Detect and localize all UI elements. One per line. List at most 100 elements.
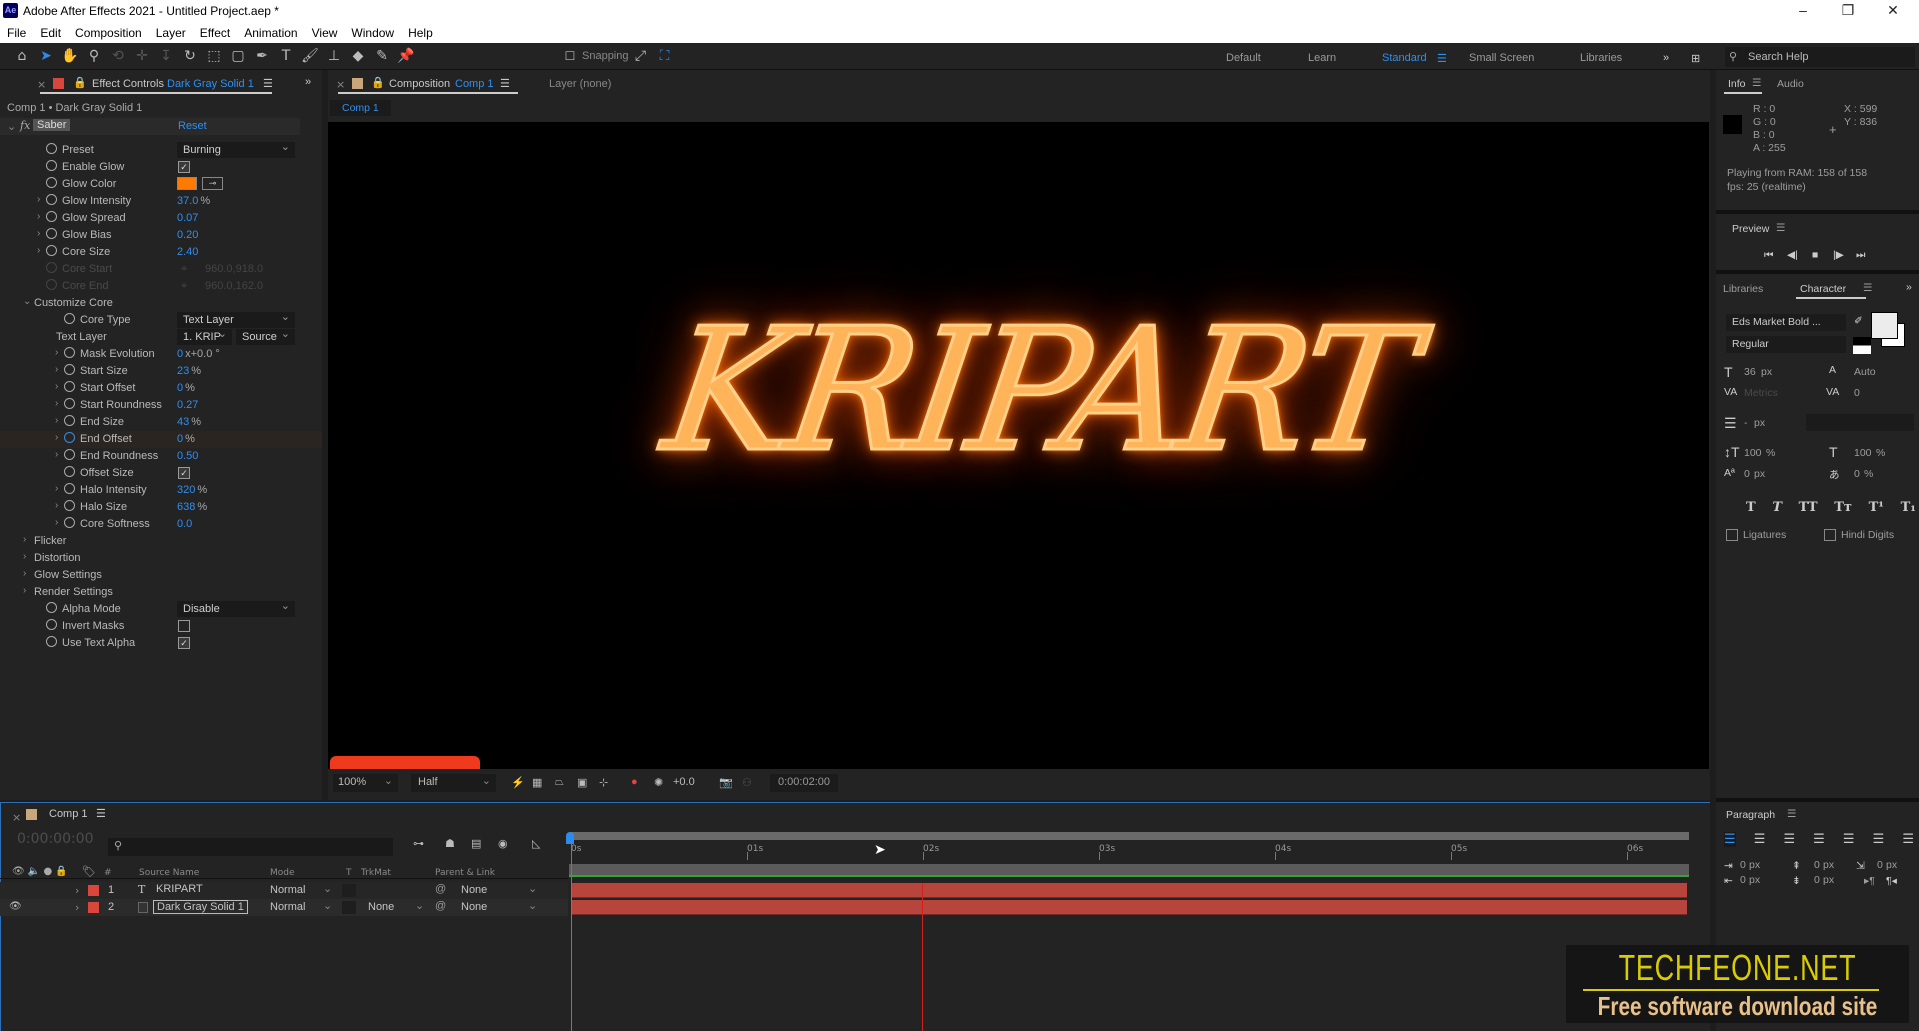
effect-property-row[interactable]: Enable Glow ✓ xyxy=(0,159,322,176)
workspace-menu-icon[interactable]: ☰ xyxy=(1437,52,1447,65)
twirl-closed-icon[interactable]: › xyxy=(37,245,40,256)
effect-property-row[interactable]: Core Start ⌖ 960.0,918.0 xyxy=(0,261,322,278)
workspace-small-screen[interactable]: Small Screen xyxy=(1469,52,1534,64)
value-number[interactable]: 0 xyxy=(177,433,183,445)
search-help-input[interactable]: ⚲ Search Help xyxy=(1725,47,1915,67)
effect-property-row[interactable]: › Mask Evolution 0 x+0.0 ° xyxy=(0,346,322,363)
glow-color-swatch[interactable] xyxy=(177,177,197,190)
type-tool-icon[interactable]: T xyxy=(274,45,298,67)
snap-options-icon[interactable]: ⤢ xyxy=(629,45,653,67)
close-tab-icon[interactable]: × xyxy=(336,78,345,91)
property-value[interactable]: 0.0 xyxy=(177,518,194,530)
lock-icon[interactable]: 🔒 xyxy=(73,76,87,89)
align-right-icon[interactable]: ☰ xyxy=(1783,832,1795,847)
timeline-tab[interactable]: Comp 1 xyxy=(49,808,88,820)
workspace-default[interactable]: Default xyxy=(1226,52,1261,64)
indent-right-value[interactable]: 0 xyxy=(1740,874,1746,886)
twirl-closed-icon[interactable]: › xyxy=(23,568,26,579)
twirl-closed-icon[interactable]: › xyxy=(37,194,40,205)
panel-menu-icon[interactable]: ☰ xyxy=(1776,222,1785,234)
stopwatch-icon[interactable] xyxy=(46,262,57,273)
value-number[interactable]: 2.40 xyxy=(177,246,198,258)
dolly-tool-icon[interactable]: ↧ xyxy=(154,45,178,67)
effect-property-row[interactable]: › Start Roundness 0.27 xyxy=(0,397,322,414)
next-frame-button[interactable]: |▶ xyxy=(1833,249,1844,261)
anchor-tool-icon[interactable]: ⬚ xyxy=(202,45,226,67)
vertical-scale-value[interactable]: 100 xyxy=(1744,447,1762,459)
value-number[interactable]: 0.50 xyxy=(177,450,198,462)
fill-color-swatch[interactable] xyxy=(1871,312,1898,339)
effect-property-row[interactable]: › Glow Settings xyxy=(0,567,322,584)
composition-name[interactable]: Comp 1 xyxy=(455,78,494,90)
align-left-icon[interactable]: ☰ xyxy=(1724,832,1736,847)
all-caps-icon[interactable]: TT xyxy=(1799,500,1818,515)
close-tab-icon[interactable]: × xyxy=(12,811,21,824)
rtl-direction-icon[interactable]: ¶◂ xyxy=(1886,875,1897,887)
value-number[interactable]: 0.07 xyxy=(177,212,198,224)
resolution-dropdown[interactable]: Half ⌄ xyxy=(411,774,496,792)
effect-property-row[interactable]: › Start Size 23% xyxy=(0,363,322,380)
motion-blur-icon[interactable]: ◉ xyxy=(498,837,508,850)
tracking-value[interactable]: 0 xyxy=(1854,387,1860,399)
twirl-closed-icon[interactable]: › xyxy=(55,517,58,528)
effect-property-row[interactable]: › End Roundness 0.50 xyxy=(0,448,322,465)
property-value[interactable]: 0.20 xyxy=(177,229,200,241)
twirl-closed-icon[interactable]: › xyxy=(37,211,40,222)
property-value[interactable]: 0.27 xyxy=(177,399,200,411)
value-number[interactable]: 0 xyxy=(177,382,183,394)
effect-name[interactable]: Saber xyxy=(33,119,71,131)
section-label[interactable]: Render Settings xyxy=(34,586,113,598)
brush-tool-icon[interactable]: 🖌 xyxy=(298,45,322,67)
stopwatch-icon[interactable] xyxy=(64,415,75,426)
twirl-closed-icon[interactable]: › xyxy=(23,551,26,562)
workspace-standard[interactable]: Standard xyxy=(1382,52,1427,64)
twirl-closed-icon[interactable]: › xyxy=(55,432,58,443)
reset-link[interactable]: Reset xyxy=(178,120,207,132)
effect-property-row[interactable]: Text Layer 1. KRIPSource xyxy=(0,326,322,346)
stroke-width-value[interactable]: - xyxy=(1744,417,1748,429)
value-number[interactable]: 0.20 xyxy=(177,229,198,241)
composition-viewer[interactable]: KRIPART xyxy=(328,122,1709,769)
stopwatch-icon[interactable] xyxy=(46,619,57,630)
snap-grid-icon[interactable]: ⛶ xyxy=(653,45,677,67)
property-checkbox[interactable]: ✓ xyxy=(178,467,190,479)
effect-property-row[interactable]: Alpha Mode Disable xyxy=(0,598,322,618)
font-family-dropdown[interactable]: Eds Market Bold ... xyxy=(1726,314,1846,331)
twirl-closed-icon[interactable]: › xyxy=(23,585,26,596)
track-matte-dropdown[interactable]: None xyxy=(368,901,394,913)
rectangle-tool-icon[interactable]: ▢ xyxy=(226,45,250,67)
layer-name[interactable]: Dark Gray Solid 1 xyxy=(153,900,248,914)
workspace-learn[interactable]: Learn xyxy=(1308,52,1336,64)
frame-blending-icon[interactable]: ▤ xyxy=(471,837,481,850)
stopwatch-icon[interactable] xyxy=(46,143,57,154)
effect-property-row[interactable]: › End Size 43% xyxy=(0,414,322,431)
zoom-dropdown[interactable]: 100% ⌄ xyxy=(333,774,398,792)
close-button[interactable]: ✕ xyxy=(1878,2,1908,19)
stopwatch-icon[interactable] xyxy=(64,398,75,409)
work-area-bar[interactable] xyxy=(569,832,1689,840)
justify-center-icon[interactable]: ☰ xyxy=(1843,832,1855,847)
value-number[interactable]: 320 xyxy=(177,484,195,496)
menu-composition[interactable]: Composition xyxy=(75,26,142,40)
stopwatch-icon[interactable] xyxy=(46,228,57,239)
section-label[interactable]: Customize Core xyxy=(34,297,113,309)
info-tab[interactable]: Info xyxy=(1728,78,1746,90)
panel-menu-icon[interactable]: ☰ xyxy=(500,77,510,90)
font-style-dropdown[interactable]: Regular xyxy=(1726,336,1846,353)
maximize-button[interactable]: ❐ xyxy=(1833,2,1863,19)
value-number[interactable]: 638 xyxy=(177,501,195,513)
menu-help[interactable]: Help xyxy=(408,26,433,40)
snapping-checkbox[interactable]: ☐ xyxy=(558,45,582,67)
stopwatch-icon[interactable] xyxy=(46,636,57,647)
section-label[interactable]: Distortion xyxy=(34,552,80,564)
blend-mode-dropdown[interactable]: Normal xyxy=(270,884,305,896)
col-source-name[interactable]: Source Name xyxy=(139,868,199,878)
point-value[interactable]: 960.0,918.0 xyxy=(205,263,263,275)
guides-icon[interactable]: ⊹ xyxy=(599,776,608,789)
menu-animation[interactable]: Animation xyxy=(244,26,297,40)
stopwatch-icon[interactable] xyxy=(64,364,75,375)
panel-menu-icon[interactable]: ☰ xyxy=(96,807,106,820)
leading-value[interactable]: Auto xyxy=(1854,366,1876,378)
exposure-value[interactable]: +0.0 xyxy=(673,776,695,788)
stopwatch-icon[interactable] xyxy=(46,160,57,171)
